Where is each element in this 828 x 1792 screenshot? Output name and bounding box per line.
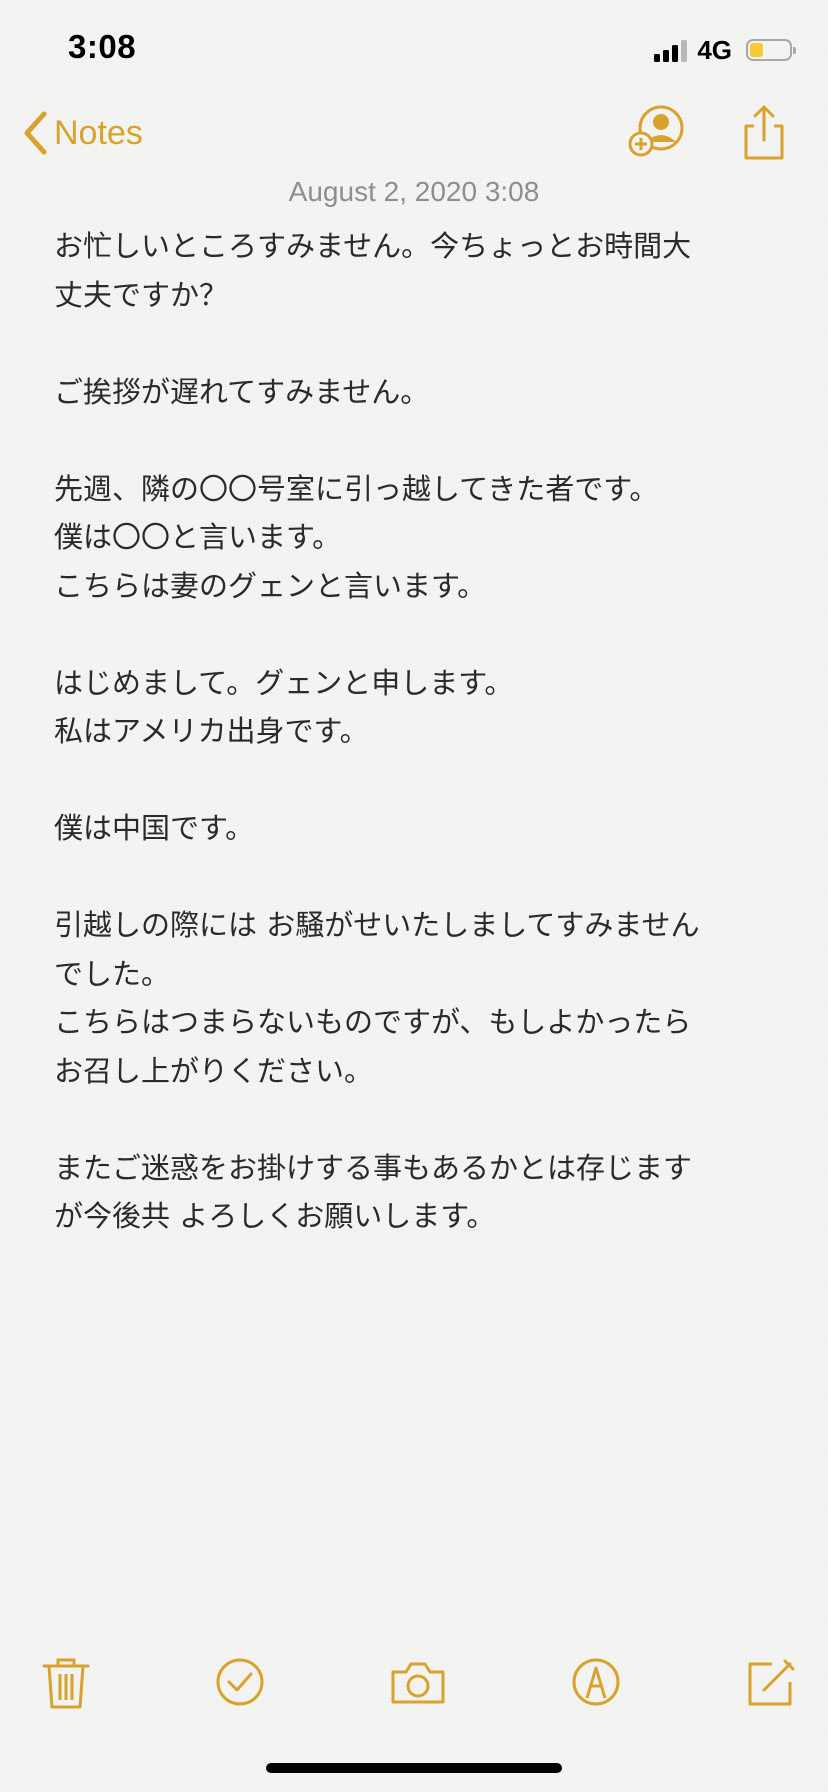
delete-button[interactable] [36, 1652, 96, 1712]
home-indicator[interactable] [266, 1763, 562, 1773]
note-line [54, 756, 778, 805]
share-icon [734, 104, 794, 164]
back-label: Notes [54, 113, 143, 152]
status-bar: 3:08 4G [0, 0, 828, 96]
note-line: が今後共 よろしくお願いします。 [54, 1199, 496, 1233]
note-line: 僕は中国です。 [54, 811, 255, 845]
note-line: こちらはつまらないものですが、もしよかったら [54, 1005, 692, 1039]
markup-button[interactable] [566, 1652, 626, 1712]
note-line [54, 853, 778, 902]
add-person-icon [626, 104, 686, 164]
checklist-button[interactable] [210, 1652, 270, 1712]
battery-icon [746, 39, 796, 61]
note-line: お忙しいところすみません。今ちょっとお時間大 [54, 229, 692, 263]
markup-icon [566, 1652, 626, 1712]
note-line: お召し上がりください。 [54, 1053, 374, 1088]
note-line [54, 610, 778, 659]
checklist-icon [210, 1652, 270, 1712]
compose-button[interactable] [740, 1652, 800, 1712]
note-line [54, 1095, 778, 1144]
battery-level [750, 43, 763, 57]
note-line: はじめまして。グェンと申します。 [54, 665, 514, 700]
note-line: 僕は〇〇と言います。 [54, 520, 342, 554]
network-type: 4G [697, 34, 732, 65]
camera-button[interactable] [388, 1652, 448, 1712]
note-line: 私はアメリカ出身です。 [54, 714, 369, 748]
compose-icon [740, 1652, 800, 1712]
note-line [54, 319, 778, 368]
note-line: またご迷惑をお掛けする事もあるかとは存じます [54, 1150, 693, 1185]
back-button[interactable]: Notes [22, 108, 143, 158]
share-button[interactable] [734, 104, 794, 164]
status-indicators: 4G [654, 34, 796, 66]
status-time: 3:08 [68, 28, 137, 65]
add-people-button[interactable] [626, 104, 686, 164]
note-line: 引越しの際には お騒がせいたしましてすみません [54, 908, 700, 942]
note-line: ご挨拶が遅れてすみません。 [54, 374, 430, 409]
signal-icon [654, 38, 688, 62]
trash-icon [36, 1652, 96, 1712]
note-line: 先週、隣の〇〇号室に引っ越してきた者です。 [54, 471, 659, 506]
note-body[interactable]: お忙しいところすみません。今ちょっとお時間大 丈夫ですか？ ご挨拶が遅れてすみませ… [54, 222, 778, 1241]
note-line: 丈夫ですか？ [54, 277, 229, 312]
note-date: August 2, 2020 3:08 [288, 176, 540, 207]
note-line [54, 416, 778, 465]
camera-icon [388, 1652, 448, 1712]
note-line: でした。 [54, 956, 171, 991]
note-line: こちらは妻のグェンと言います。 [54, 568, 487, 603]
nav-bar: Notes [0, 96, 828, 172]
bottom-toolbar [0, 1646, 828, 1716]
chevron-left-icon [22, 110, 48, 156]
